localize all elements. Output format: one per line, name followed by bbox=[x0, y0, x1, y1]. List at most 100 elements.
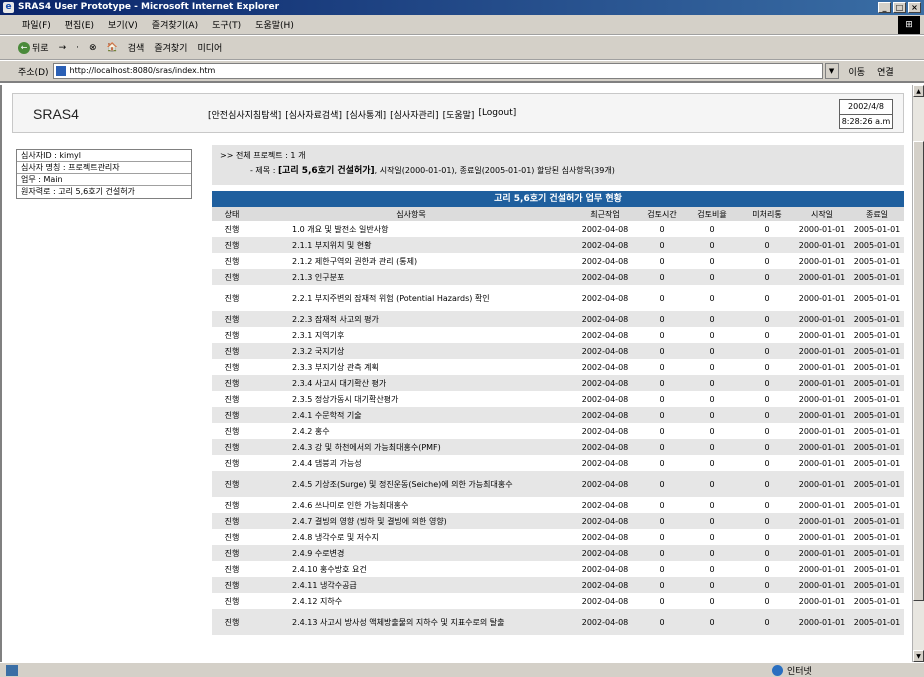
row-item-link[interactable]: 2.2.3 잠재적 사고의 평가 bbox=[252, 311, 570, 327]
row-item-link[interactable]: 2.1.2 제한구역의 권한과 관리 (통제) bbox=[252, 253, 570, 269]
table-row[interactable]: 진행 2.3.3 부지기상 관측 계획 2002-04-08 0 0 0 2000-01-0… bbox=[212, 359, 904, 375]
scroll-thumb[interactable] bbox=[913, 141, 924, 601]
table-row[interactable]: 진행 2.3.5 정상가동시 대기확산평가 2002-04-08 0 0 0 2000-01… bbox=[212, 391, 904, 407]
menu-tools[interactable]: 도구(T) bbox=[212, 18, 241, 31]
row-item-link[interactable]: 2.3.2 국지기상 bbox=[252, 343, 570, 359]
table-row[interactable]: 진행 2.4.6 쓰나미로 인한 가능최대홍수 2002-04-08 0 0 0 2000-… bbox=[212, 497, 904, 513]
search-button[interactable]: 검색 bbox=[128, 41, 145, 54]
row-time: 0 bbox=[659, 458, 665, 468]
minimize-button[interactable]: _ bbox=[878, 2, 891, 13]
row-item-link[interactable]: 2.3.5 정상가동시 대기확산평가 bbox=[252, 391, 570, 407]
row-item-link[interactable]: 2.4.3 강 및 하천에서의 가능최대홍수(PMF) bbox=[252, 439, 570, 455]
menu-help[interactable]: 도움말(H) bbox=[255, 18, 294, 31]
stop-button[interactable]: ⊗ bbox=[89, 43, 97, 53]
table-row[interactable]: 진행 2.1.3 인구분포 2002-04-08 0 0 0 2000-01-01 2005-… bbox=[212, 269, 904, 285]
table-row[interactable]: 진행 2.1.1 부지위치 및 현황 2002-04-08 0 0 0 2000-01-01… bbox=[212, 237, 904, 253]
row-time: 0 bbox=[640, 343, 684, 359]
maximize-button[interactable]: □ bbox=[893, 2, 906, 13]
table-row[interactable]: 진행 2.4.4 댐붕괴 가능성 2002-04-08 0 0 0 2000-01-01 20… bbox=[212, 455, 904, 471]
table-row[interactable]: 진행 2.4.3 강 및 하천에서의 가능최대홍수(PMF) 2002-04-08 0… bbox=[212, 439, 904, 455]
row-item-link[interactable]: 2.3.1 지역기후 bbox=[252, 327, 570, 343]
project-title-link[interactable]: [고리 5,6호기 건설허가] bbox=[278, 166, 375, 176]
row-item-link[interactable]: 2.4.2 홍수 bbox=[252, 423, 570, 439]
scroll-down-button[interactable]: ▼ bbox=[913, 650, 924, 662]
row-time: 0 bbox=[640, 513, 684, 529]
menu-view[interactable]: 보기(V) bbox=[108, 18, 138, 31]
nav-statistics[interactable]: [심사통계] bbox=[346, 108, 386, 121]
row-ratio: 0 bbox=[709, 256, 715, 266]
nav-data-search[interactable]: [심사자료검색] bbox=[285, 108, 342, 121]
row-status: 진행 bbox=[212, 439, 252, 455]
media-button[interactable]: 미디어 bbox=[197, 41, 222, 54]
table-row[interactable]: 진행 2.4.7 결빙의 영향 (빙하 및 결빙에 의한 영향) 2002-04-0… bbox=[212, 513, 904, 529]
table-row[interactable]: 진행 2.3.4 사고시 대기확산 평가 2002-04-08 0 0 0 2000-01-… bbox=[212, 375, 904, 391]
address-input[interactable]: http://localhost:8080/sras/index.htm bbox=[52, 63, 823, 79]
row-pending: 0 bbox=[740, 269, 794, 285]
row-item-link[interactable]: 1.0 개요 및 발전소 일반사항 bbox=[252, 221, 570, 237]
table-row[interactable]: 진행 2.4.10 홍수방호 요건 2002-04-08 0 0 0 2000-01-01 2… bbox=[212, 561, 904, 577]
address-dropdown-button[interactable]: ▼ bbox=[824, 63, 839, 79]
row-item-link[interactable]: 2.4.4 댐붕괴 가능성 bbox=[252, 455, 570, 471]
menu-edit[interactable]: 편집(E) bbox=[65, 18, 94, 31]
row-time: 0 bbox=[659, 596, 665, 606]
table-row[interactable]: 진행 2.4.12 지하수 2002-04-08 0 0 0 2000-01-01 2005-… bbox=[212, 593, 904, 609]
window-title: SRAS4 User Prototype - Microsoft Interne… bbox=[18, 2, 280, 12]
row-item-link[interactable]: 2.4.12 지하수 bbox=[252, 593, 570, 609]
table-row[interactable]: 진행 2.1.2 제한구역의 권한과 관리 (통제) 2002-04-08 0 0 0 20… bbox=[212, 253, 904, 269]
table-row[interactable]: 진행 2.4.1 수문학적 기술 2002-04-08 0 0 0 2000-01-01 20… bbox=[212, 407, 904, 423]
row-recent: 2002-04-08 bbox=[581, 500, 629, 510]
forward-button[interactable]: → bbox=[59, 43, 67, 53]
table-row[interactable]: 진행 2.4.2 홍수 2002-04-08 0 0 0 2000-01-01 2005-01… bbox=[212, 423, 904, 439]
row-ratio: 0 bbox=[684, 269, 740, 285]
row-item-link[interactable]: 2.4.1 수문학적 기술 bbox=[252, 407, 570, 423]
table-row[interactable]: 진행 2.4.9 수로변경 2002-04-08 0 0 0 2000-01-01 2005-… bbox=[212, 545, 904, 561]
row-status: 진행 bbox=[212, 609, 252, 635]
row-pending: 0 bbox=[764, 596, 770, 606]
row-item-link[interactable]: 2.2.1 부지주변의 잠재적 위험 (Potential Hazards) 확… bbox=[252, 285, 570, 311]
table-row[interactable]: 진행 1.0 개요 및 발전소 일반사항 2002-04-08 0 0 0 2000-01-… bbox=[212, 221, 904, 237]
nav-logout[interactable]: [Logout] bbox=[478, 108, 516, 121]
table-row[interactable]: 진행 2.4.8 냉각수로 및 저수지 2002-04-08 0 0 0 2000-01-0… bbox=[212, 529, 904, 545]
row-item-link[interactable]: 2.4.6 쓰나미로 인한 가능최대홍수 bbox=[252, 497, 570, 513]
menu-favorites[interactable]: 즐겨찾기(A) bbox=[152, 18, 198, 31]
row-start: 2000-01-01 bbox=[798, 330, 846, 340]
row-item-link[interactable]: 2.4.5 기상조(Surge) 및 정진운동(Seiche)에 의한 가능최대… bbox=[252, 471, 570, 497]
table-row[interactable]: 진행 2.2.3 잠재적 사고의 평가 2002-04-08 0 0 0 2000-01-0… bbox=[212, 311, 904, 327]
table-row[interactable]: 진행 2.3.1 지역기후 2002-04-08 0 0 0 2000-01-01 2005-… bbox=[212, 327, 904, 343]
row-start: 2000-01-01 bbox=[794, 269, 850, 285]
nav-guideline-search[interactable]: [안전심사지침탐색] bbox=[208, 108, 281, 121]
table-row[interactable]: 진행 2.2.1 부지주변의 잠재적 위험 (Potential Hazards)… bbox=[212, 285, 904, 311]
browser-toolbar: ← 뒤로 → · ⊗ 🏠 검색 즐겨찾기 미디어 bbox=[0, 36, 924, 60]
table-row[interactable]: 진행 2.4.5 기상조(Surge) 및 정진운동(Seiche)에 의한 가능… bbox=[212, 471, 904, 497]
table-row[interactable]: 진행 2.3.2 국지기상 2002-04-08 0 0 0 2000-01-01 2005-… bbox=[212, 343, 904, 359]
favorites-button[interactable]: 즐겨찾기 bbox=[154, 41, 187, 54]
close-button[interactable]: × bbox=[908, 2, 921, 13]
table-row[interactable]: 진행 2.4.13 사고시 방사성 액체방출물의 지하수 및 지표수로의 탈출 20… bbox=[212, 609, 904, 635]
scroll-up-button[interactable]: ▲ bbox=[913, 85, 924, 97]
back-button[interactable]: ← 뒤로 bbox=[18, 41, 49, 54]
nav-help[interactable]: [도움말] bbox=[443, 108, 475, 121]
go-button[interactable]: 이동 bbox=[849, 65, 866, 78]
nav-reviewer-management[interactable]: [심사자관리] bbox=[390, 108, 438, 121]
row-item-link[interactable]: 2.4.7 결빙의 영향 (빙하 및 결빙에 의한 영향) bbox=[252, 513, 570, 529]
row-item-link[interactable]: 2.4.11 냉각수공급 bbox=[252, 577, 570, 593]
info-task: 업무 : Main bbox=[17, 174, 191, 186]
vertical-scrollbar[interactable]: ▲ ▼ bbox=[912, 85, 924, 662]
row-item-link[interactable]: 2.4.13 사고시 방사성 액체방출물의 지하수 및 지표수로의 탈출 bbox=[252, 609, 570, 635]
row-item-link[interactable]: 2.4.10 홍수방호 요건 bbox=[252, 561, 570, 577]
row-item-link[interactable]: 2.1.3 인구분포 bbox=[252, 269, 570, 285]
table-row[interactable]: 진행 2.4.11 냉각수공급 2002-04-08 0 0 0 2000-01-01 200… bbox=[212, 577, 904, 593]
row-start: 2000-01-01 bbox=[798, 224, 846, 234]
row-time: 0 bbox=[640, 577, 684, 593]
links-button[interactable]: 연결 bbox=[877, 65, 894, 78]
row-end: 2005-01-01 bbox=[850, 513, 904, 529]
row-item-link[interactable]: 2.3.4 사고시 대기확산 평가 bbox=[252, 375, 570, 391]
row-item-link[interactable]: 2.4.8 냉각수로 및 저수지 bbox=[252, 529, 570, 545]
menu-file[interactable]: 파일(F) bbox=[22, 18, 51, 31]
row-ratio: 0 bbox=[684, 375, 740, 391]
row-item-link[interactable]: 2.1.1 부지위치 및 현황 bbox=[252, 237, 570, 253]
row-item-link[interactable]: 2.3.3 부지기상 관측 계획 bbox=[252, 359, 570, 375]
row-item-link[interactable]: 2.4.9 수로변경 bbox=[252, 545, 570, 561]
row-pending: 0 bbox=[740, 237, 794, 253]
home-button[interactable]: 🏠 bbox=[107, 43, 118, 53]
